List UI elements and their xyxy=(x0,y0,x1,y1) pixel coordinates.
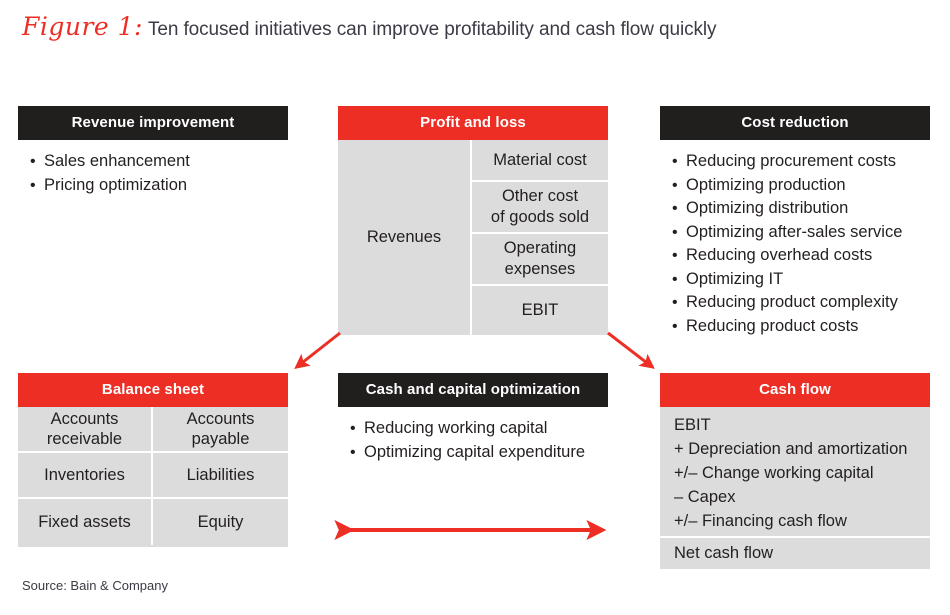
list-item: Reducing product complexity xyxy=(660,291,930,315)
panel-cost-reduction-body: Reducing procurement costs Optimizing pr… xyxy=(660,140,930,338)
panel-cash-and-capital-optimization-body: Reducing working capital Optimizing capi… xyxy=(338,407,608,464)
cash-and-capital-optimization-bullet-list: Reducing working capital Optimizing capi… xyxy=(338,417,608,464)
pl-cell-revenues: Revenues xyxy=(338,140,472,335)
arrow-pl-to-cash-flow-icon xyxy=(607,331,655,369)
bs-cell-accounts-receivable: Accounts receivable xyxy=(18,407,153,451)
table-row: Fixed assets Equity xyxy=(18,499,288,545)
panel-profit-and-loss: Profit and loss Revenues Material cost O… xyxy=(338,106,608,335)
list-item: Reducing working capital xyxy=(338,417,608,441)
panel-revenue-improvement: Revenue improvement Sales enhancement Pr… xyxy=(18,106,288,197)
cf-line-depreciation-amortization: + Depreciation and amortization xyxy=(674,440,908,458)
panel-cash-and-capital-optimization-header: Cash and capital optimization xyxy=(338,373,608,407)
bs-cell-accounts-payable: Accounts payable xyxy=(186,410,255,448)
panel-revenue-improvement-body: Sales enhancement Pricing optimization xyxy=(18,140,288,197)
panel-balance-sheet-header: Balance sheet xyxy=(18,373,288,407)
arrow-pl-to-balance-sheet-icon xyxy=(294,331,341,369)
bs-cell-fixed-assets: Fixed assets xyxy=(18,499,153,545)
list-item: Optimizing production xyxy=(660,174,930,198)
table-row: Inventories Liabilities xyxy=(18,453,288,499)
panel-cash-flow: Cash flow EBIT + Depreciation and amorti… xyxy=(660,373,930,569)
table-row: Accounts receivable Accounts payable xyxy=(18,407,288,453)
page-title: Figure 1: Ten focused initiatives can imp… xyxy=(22,12,922,46)
cf-line-change-working-capital: +/– Change working capital xyxy=(674,464,874,482)
list-item: Reducing procurement costs xyxy=(660,150,930,174)
list-item: Pricing optimization xyxy=(18,174,288,198)
cf-line-financing-cash-flow: +/– Financing cash flow xyxy=(674,512,847,530)
panel-cash-flow-header: Cash flow xyxy=(660,373,930,407)
list-item: Optimizing distribution xyxy=(660,197,930,221)
panel-profit-and-loss-header: Profit and loss xyxy=(338,106,608,140)
panel-cash-flow-body: EBIT + Depreciation and amortization +/–… xyxy=(660,407,930,569)
list-item: Optimizing capital expenditure xyxy=(338,441,608,465)
cf-line-capex: – Capex xyxy=(674,488,736,506)
bs-cell-equity: Equity xyxy=(197,513,244,531)
source-note: Source: Bain & Company xyxy=(22,578,168,593)
bs-cell-inventories: Inventories xyxy=(18,453,153,497)
revenue-improvement-bullet-list: Sales enhancement Pricing optimization xyxy=(18,150,288,197)
pl-cell-other-cost-of-goods-sold: Other cost of goods sold xyxy=(472,182,608,234)
list-item: Optimizing after-sales service xyxy=(660,221,930,245)
panel-cash-and-capital-optimization: Cash and capital optimization Reducing w… xyxy=(338,373,608,464)
pl-cell-material-cost: Material cost xyxy=(472,140,608,182)
panel-balance-sheet: Balance sheet Accounts receivable Accoun… xyxy=(18,373,288,547)
panel-profit-and-loss-body: Revenues Material cost Other cost of goo… xyxy=(338,140,608,335)
cf-line-net-cash-flow: Net cash flow xyxy=(660,536,930,565)
list-item: Reducing product costs xyxy=(660,315,930,339)
cost-reduction-bullet-list: Reducing procurement costs Optimizing pr… xyxy=(660,150,930,338)
pl-right-column: Material cost Other cost of goods sold O… xyxy=(472,140,608,335)
pl-cell-operating-expenses: Operating expenses xyxy=(472,234,608,286)
cf-line-ebit: EBIT xyxy=(674,416,711,434)
bs-cell-liabilities: Liabilities xyxy=(186,466,255,484)
list-item: Sales enhancement xyxy=(18,150,288,174)
panel-cost-reduction: Cost reduction Reducing procurement cost… xyxy=(660,106,930,338)
panel-revenue-improvement-header: Revenue improvement xyxy=(18,106,288,140)
panel-cost-reduction-header: Cost reduction xyxy=(660,106,930,140)
list-item: Reducing overhead costs xyxy=(660,244,930,268)
figure-number-label: Figure 1: xyxy=(22,12,143,41)
figure-caption: Ten focused initiatives can improve prof… xyxy=(147,19,717,40)
list-item: Optimizing IT xyxy=(660,268,930,292)
panel-balance-sheet-body: Accounts receivable Accounts payable Inv… xyxy=(18,407,288,547)
pl-cell-ebit: EBIT xyxy=(521,301,559,319)
